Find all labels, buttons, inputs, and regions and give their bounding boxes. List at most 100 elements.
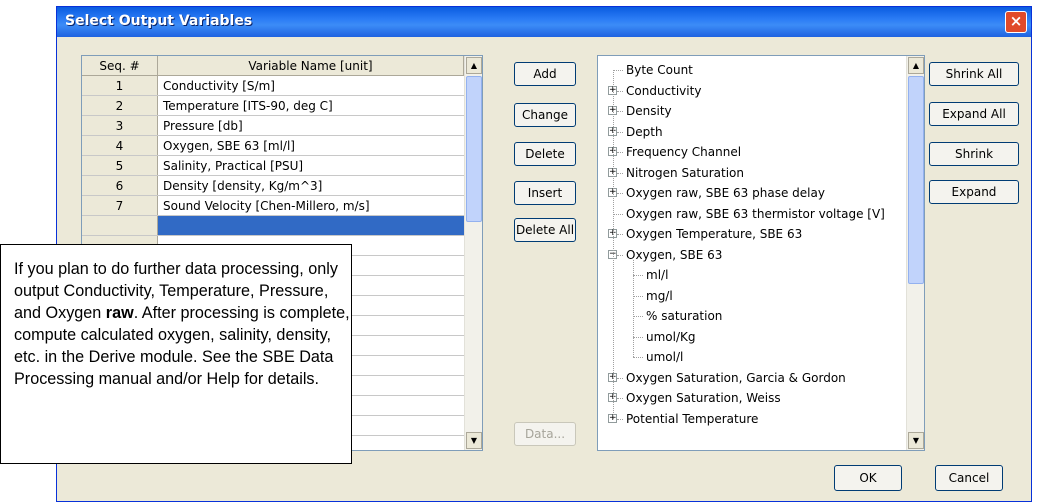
- tree-item-label: umol/l: [646, 350, 684, 365]
- table-row[interactable]: 5 Salinity, Practical [PSU]: [82, 156, 464, 176]
- tree-connector: [617, 172, 623, 175]
- table-row[interactable]: 6 Density [density, Kg/m^3]: [82, 176, 464, 196]
- tree-item[interactable]: + Oxygen Temperature, SBE 63: [598, 224, 908, 245]
- note-callout: If you plan to do further data processin…: [0, 244, 352, 464]
- seq-number-cell: 5: [82, 156, 158, 175]
- tree-item[interactable]: Byte Count: [598, 60, 908, 81]
- tree-connector: [617, 254, 623, 257]
- variable-tree-view: Byte Count + Conductivity + Density + Depth + Fr…: [597, 55, 925, 451]
- insert-button[interactable]: Insert: [514, 181, 576, 205]
- tree-connector: [617, 398, 623, 400]
- tree-item[interactable]: + Frequency Channel: [598, 142, 908, 163]
- seq-number-cell: 3: [82, 116, 158, 135]
- seq-number-cell: 4: [82, 136, 158, 155]
- expand-button[interactable]: Expand: [929, 180, 1019, 204]
- tree-item[interactable]: umol/l: [598, 347, 908, 368]
- tree-item-label: Frequency Channel: [626, 145, 742, 160]
- tree-item[interactable]: % saturation: [598, 306, 908, 327]
- tree-item-label: % saturation: [646, 309, 723, 324]
- ok-button[interactable]: OK: [834, 465, 902, 491]
- tree-connector: [617, 418, 623, 421]
- tree-item-label: Oxygen, SBE 63: [626, 247, 723, 262]
- variable-name-cell[interactable]: Pressure [db]: [158, 116, 464, 135]
- tree-connector: [613, 70, 615, 419]
- tree-connector: [617, 90, 623, 93]
- table-scrollbar[interactable]: ▲ ▼: [464, 56, 482, 450]
- tree-item[interactable]: + Oxygen raw, SBE 63 phase delay: [598, 183, 908, 204]
- tree-item-label: Oxygen raw, SBE 63 thermistor voltage [V…: [626, 206, 885, 221]
- seq-number-cell: 1: [82, 76, 158, 95]
- callout-bold-text: raw: [105, 304, 134, 322]
- dialog-title: Select Output Variables: [65, 13, 253, 29]
- tree-item-label: umol/Kg: [646, 329, 696, 344]
- tree-item[interactable]: + Density: [598, 101, 908, 122]
- tree-item[interactable]: − Oxygen, SBE 63: [598, 245, 908, 266]
- tree-scrollbar[interactable]: ▲ ▼: [906, 56, 924, 450]
- expand-all-button[interactable]: Expand All: [929, 102, 1019, 126]
- tree-item[interactable]: + Nitrogen Saturation: [598, 163, 908, 184]
- shrink-all-button[interactable]: Shrink All: [929, 62, 1019, 86]
- tree-item-label: Oxygen Saturation, Garcia & Gordon: [626, 370, 846, 385]
- variable-name-cell[interactable]: [158, 216, 464, 235]
- variable-name-cell[interactable]: Density [density, Kg/m^3]: [158, 176, 464, 195]
- variable-column-header[interactable]: Variable Name [unit]: [158, 56, 464, 75]
- tree-item[interactable]: + Depth: [598, 122, 908, 143]
- tree-item-label: Oxygen Saturation, Weiss: [626, 391, 781, 406]
- seq-number-cell: [82, 216, 158, 235]
- tree-items: Byte Count + Conductivity + Density + Depth + Fr…: [598, 60, 908, 429]
- table-row[interactable]: 2 Temperature [ITS-90, deg C]: [82, 96, 464, 116]
- tree-item[interactable]: + Oxygen Saturation, Weiss: [598, 388, 908, 409]
- change-button[interactable]: Change: [514, 103, 576, 127]
- seq-column-header[interactable]: Seq. #: [82, 56, 158, 75]
- close-icon[interactable]: ×: [1005, 11, 1027, 33]
- shrink-button[interactable]: Shrink: [929, 142, 1019, 166]
- variable-name-cell[interactable]: Salinity, Practical [PSU]: [158, 156, 464, 175]
- tree-item-label: Oxygen raw, SBE 63 phase delay: [626, 186, 825, 201]
- variable-name-cell[interactable]: Oxygen, SBE 63 [ml/l]: [158, 136, 464, 155]
- tree-item[interactable]: + Potential Temperature: [598, 409, 908, 430]
- tree-item-label: Byte Count: [626, 63, 693, 78]
- seq-number-cell: 6: [82, 176, 158, 195]
- scroll-up-arrow-icon[interactable]: ▲: [466, 57, 482, 74]
- scroll-thumb[interactable]: [466, 76, 482, 222]
- tree-item[interactable]: Oxygen raw, SBE 63 thermistor voltage [V…: [598, 204, 908, 225]
- table-header: Seq. # Variable Name [unit]: [82, 56, 464, 76]
- scroll-down-arrow-icon[interactable]: ▼: [908, 432, 924, 449]
- tree-item[interactable]: umol/Kg: [598, 327, 908, 348]
- variable-name-cell[interactable]: Sound Velocity [Chen-Millero, m/s]: [158, 196, 464, 215]
- scroll-up-arrow-icon[interactable]: ▲: [908, 57, 924, 74]
- data-button[interactable]: Data...: [514, 422, 576, 446]
- cancel-button[interactable]: Cancel: [935, 465, 1003, 491]
- tree-connector: [633, 259, 635, 357]
- tree-item-label: Depth: [626, 124, 663, 139]
- variable-name-cell[interactable]: Conductivity [S/m]: [158, 76, 464, 95]
- tree-connector: [617, 152, 623, 154]
- tree-item[interactable]: mg/l: [598, 286, 908, 307]
- tree-item-label: Conductivity: [626, 83, 702, 98]
- tree-connector: [617, 377, 623, 380]
- variable-name-cell[interactable]: Temperature [ITS-90, deg C]: [158, 96, 464, 115]
- tree-item[interactable]: + Oxygen Saturation, Garcia & Gordon: [598, 368, 908, 389]
- tree-item-label: Potential Temperature: [626, 411, 759, 426]
- tree-item[interactable]: + Conductivity: [598, 81, 908, 102]
- tree-item[interactable]: ml/l: [598, 265, 908, 286]
- table-row[interactable]: [82, 216, 464, 236]
- scroll-thumb[interactable]: [908, 76, 924, 284]
- tree-item-label: mg/l: [646, 288, 673, 303]
- delete-button[interactable]: Delete: [514, 142, 576, 166]
- add-button[interactable]: Add: [514, 62, 576, 86]
- seq-number-cell: 2: [82, 96, 158, 115]
- table-row[interactable]: 3 Pressure [db]: [82, 116, 464, 136]
- scroll-down-arrow-icon[interactable]: ▼: [466, 432, 482, 449]
- title-bar[interactable]: Select Output Variables ×: [57, 7, 1031, 37]
- table-row[interactable]: 4 Oxygen, SBE 63 [ml/l]: [82, 136, 464, 156]
- tree-connector: [617, 111, 623, 113]
- tree-item-label: Nitrogen Saturation: [626, 165, 745, 180]
- tree-connector: [617, 131, 623, 134]
- table-row[interactable]: 1 Conductivity [S/m]: [82, 76, 464, 96]
- delete-all-button[interactable]: Delete All: [514, 218, 576, 242]
- tree-item-label: Density: [626, 104, 672, 119]
- tree-connector: [617, 193, 623, 195]
- table-row[interactable]: 7 Sound Velocity [Chen-Millero, m/s]: [82, 196, 464, 216]
- tree-item-label: Oxygen Temperature, SBE 63: [626, 227, 803, 242]
